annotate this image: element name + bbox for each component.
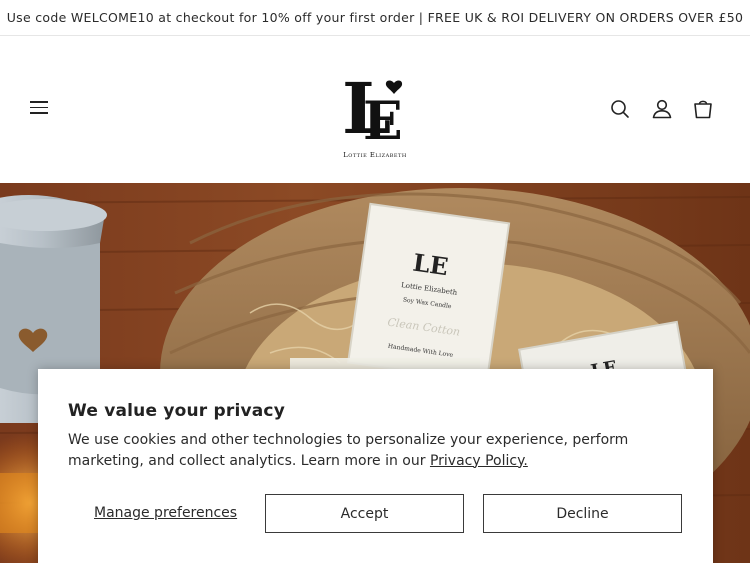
svg-text:E: E <box>363 91 403 147</box>
decline-button[interactable]: Decline <box>483 494 682 533</box>
accept-button[interactable]: Accept <box>265 494 464 533</box>
cookie-banner: We value your privacy We use cookies and… <box>38 369 713 563</box>
privacy-policy-link[interactable]: Privacy Policy. <box>430 453 528 469</box>
manage-preferences-link[interactable]: Manage preferences <box>94 505 237 521</box>
cart-icon[interactable] <box>690 96 716 122</box>
cookie-title: We value your privacy <box>68 401 285 421</box>
logo-monogram-icon: L E <box>342 67 403 152</box>
svg-text:LE: LE <box>411 248 450 282</box>
search-icon[interactable] <box>607 96 633 122</box>
cookie-body-text: We use cookies and other technologies to… <box>68 432 629 469</box>
announcement-text: Use code WELCOME10 at checkout for 10% o… <box>6 10 744 25</box>
logo-text: Lottie Elizabeth <box>343 151 407 159</box>
account-icon[interactable] <box>649 96 675 122</box>
cookie-body: We use cookies and other technologies to… <box>68 430 688 471</box>
menu-icon[interactable] <box>26 97 52 121</box>
site-header: L E Lottie Elizabeth <box>0 37 750 183</box>
site-logo[interactable]: L E Lottie Elizabeth <box>330 57 420 159</box>
announcement-bar: Use code WELCOME10 at checkout for 10% o… <box>0 0 750 36</box>
